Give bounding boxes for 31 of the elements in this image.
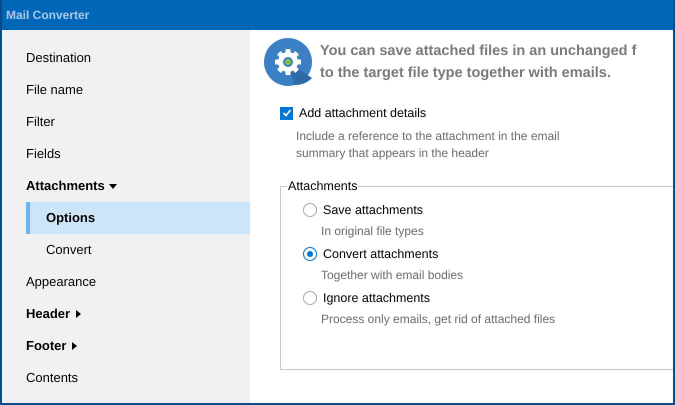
radio-label: Save attachments [323,202,424,219]
sidebar-item[interactable]: Convert [26,234,250,266]
checkbox[interactable] [280,106,293,120]
sidebar-item[interactable]: Header [2,298,250,330]
sidebar-item[interactable]: Attachments [2,170,250,202]
gear-icon [264,38,312,86]
checkbox-description: Include a reference to the attachment in the email summary that appears in the header [296,128,560,162]
sidebar-item[interactable]: Appearance [2,266,250,298]
radio-button[interactable] [303,202,317,217]
checkbox-label: Add attachment details [299,105,426,122]
sidebar-item[interactable]: Contents [2,362,250,394]
check-icon [282,108,292,118]
sidebar-item[interactable]: File name [2,74,250,106]
radio-label: Ignore attachments [323,290,430,307]
sidebar-item[interactable]: Options [26,202,250,234]
caret-right-icon [74,310,82,318]
radio-description: Together with email bodies [321,266,464,283]
radio-description: Process only emails, get rid of attached files [321,310,556,327]
radio-button[interactable] [303,246,317,261]
caret-down-icon [108,182,117,190]
caret-right-icon [70,342,78,350]
radio-button[interactable] [303,290,317,305]
window-title: Mail Converter [6,7,90,24]
sidebar-item[interactable]: Filter [2,106,250,138]
radio-description: In original file types [321,222,425,239]
radio-label: Convert attachments [323,246,438,263]
sidebar-item[interactable]: Destination [2,42,250,74]
header-text: You can save attached files in an unchanged f [320,42,636,61]
header-text: to the target file type together with emails. [320,64,612,83]
sidebar-item[interactable]: Fields [2,138,250,170]
sidebar-item[interactable]: Footer [2,330,250,362]
